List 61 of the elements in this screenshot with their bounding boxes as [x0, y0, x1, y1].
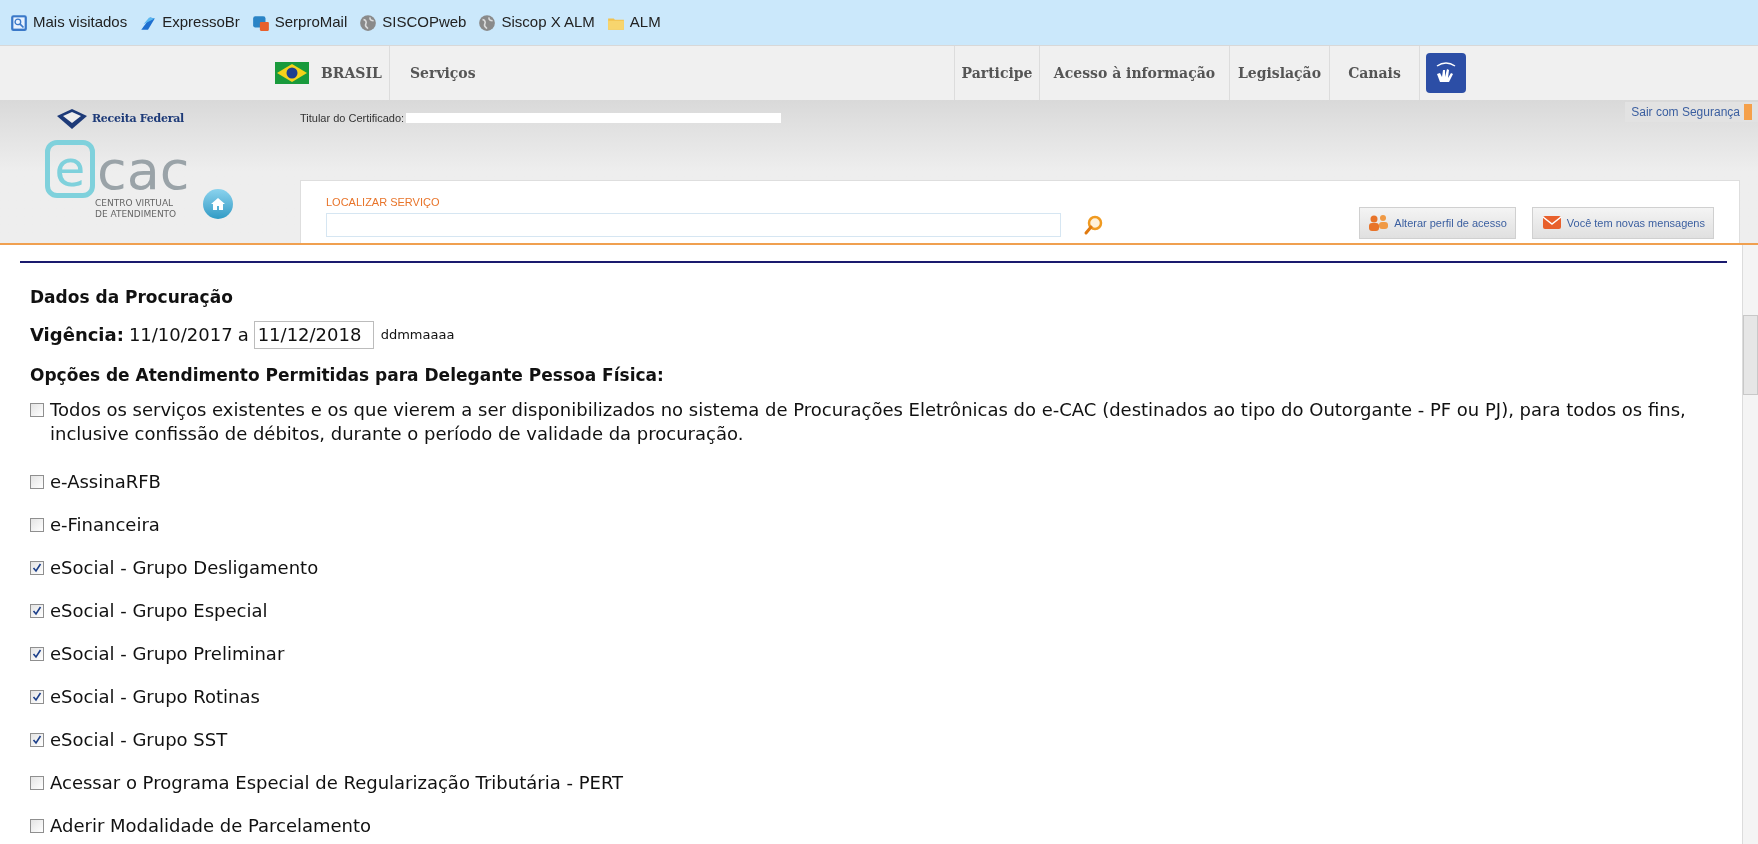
bookmark-link[interactable]: ExpressoBr	[139, 11, 240, 34]
checkbox[interactable]	[30, 560, 44, 575]
people-icon	[1368, 214, 1391, 232]
sign-language-button[interactable]	[1426, 53, 1466, 93]
flag-icon	[275, 62, 309, 84]
agency-logo-icon	[55, 108, 89, 130]
header-button[interactable]: Você tem novas mensagens	[1531, 207, 1714, 239]
checkbox[interactable]	[30, 517, 44, 532]
envelope-icon	[1540, 214, 1563, 232]
search-field[interactable]	[326, 213, 1061, 237]
bookmark-link[interactable]: Mais visitados	[10, 11, 128, 34]
check-icon	[32, 734, 42, 745]
checkbox[interactable]	[30, 474, 44, 489]
globe-icon	[478, 13, 497, 32]
page-icon	[10, 13, 28, 32]
check-icon	[32, 691, 42, 702]
ecac-logo: e cac CENTRO VIRTUAL DE ATENDIMENTO	[45, 140, 190, 221]
checkbox[interactable]	[30, 775, 44, 790]
option-label: Todos os serviços existentes e os que vierem a ser disponibilizados no sistema de Procurações Eletrônicas do e-CAC (destinados ao tipo do Outorgante - PF ou PJ), para todos os fins, inclusive confissão de débitos, durante o período de validade da procuração.	[50, 398, 1687, 446]
section-title: Dados da Procuração	[30, 286, 234, 309]
validity-start: 11/10/2017	[128, 323, 233, 347]
search-label: LOCALIZAR SERVIÇO	[326, 194, 441, 210]
agency-name: Receita Federal	[92, 110, 184, 127]
home-icon	[210, 195, 227, 212]
option-label: e-AssinaRFB	[50, 470, 161, 494]
bookmark-link[interactable]: Siscop X ALM	[478, 11, 595, 34]
country-label: BRASIL	[321, 63, 382, 83]
bookmark-link[interactable]: SISCOPweb	[359, 11, 467, 34]
checkbox[interactable]	[30, 689, 44, 704]
checkbox[interactable]	[30, 403, 44, 417]
scrollbar-thumb[interactable]	[1743, 315, 1758, 395]
checkbox[interactable]	[30, 603, 44, 618]
validity-label: Vigência:	[30, 323, 124, 347]
check-icon	[32, 562, 42, 573]
checkbox[interactable]	[30, 732, 44, 747]
validity-end-field[interactable]: 11/12/2018	[253, 320, 374, 349]
search-icon[interactable]	[1083, 214, 1105, 236]
checkbox[interactable]	[30, 818, 44, 833]
option-label: Aderir Modalidade de Parcelamento	[50, 814, 372, 838]
mail-icon	[251, 13, 270, 32]
certificate-label: Titular do Certificado:	[300, 111, 405, 126]
option-label: eSocial - Grupo Preliminar	[50, 642, 285, 666]
logout-link[interactable]: Sair com Segurança	[1625, 102, 1758, 122]
check-icon	[32, 605, 42, 616]
check-icon	[32, 648, 42, 659]
header-button[interactable]: Alterar perfil de acesso	[1359, 207, 1516, 239]
validity-separator: a	[237, 323, 249, 347]
options-title: Opções de Atendimento Permitidas para Delegante Pessoa Física:	[30, 363, 665, 387]
checkbox[interactable]	[30, 646, 44, 661]
bookmark-link[interactable]: SerproMail	[251, 11, 348, 34]
format-hint: ddmmaaaa	[380, 325, 455, 344]
option-label: Acessar o Programa Especial de Regularização Tributária - PERT	[50, 771, 624, 795]
option-label: eSocial - Grupo Especial	[50, 599, 268, 623]
option-label: eSocial - Grupo SST	[50, 728, 228, 752]
globe-icon	[359, 13, 378, 32]
option-label: eSocial - Grupo Rotinas	[50, 685, 260, 709]
option-label: e-Financeira	[50, 513, 160, 537]
home-button[interactable]	[203, 188, 234, 219]
arrow-tab-icon	[1744, 104, 1752, 120]
bookmark-link[interactable]: ALM	[606, 11, 661, 34]
option-label: eSocial - Grupo Desligamento	[50, 556, 319, 580]
